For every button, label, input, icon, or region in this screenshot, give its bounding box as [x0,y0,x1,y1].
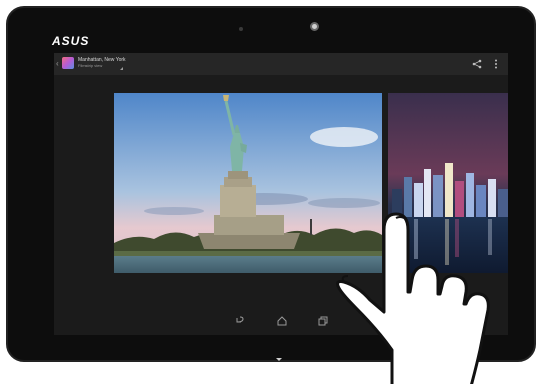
gallery-app-icon[interactable] [62,57,74,69]
up-chevron-icon[interactable]: ‹ [56,59,59,68]
front-camera-icon [310,22,319,31]
overflow-menu-icon[interactable] [494,59,498,69]
action-bar: ‹ Manhattan, New York Filmstrip view [54,53,508,75]
light-sensor [239,27,243,31]
share-icon[interactable] [472,59,482,69]
brand-logo: ASUS [52,34,90,48]
hand-gesture-icon [336,212,490,384]
back-icon[interactable] [234,315,246,327]
home-icon[interactable] [276,315,288,327]
view-dropdown-icon[interactable] [120,67,123,70]
bottom-notch [276,358,282,361]
recent-apps-icon[interactable] [316,315,328,327]
album-subtitle[interactable]: Filmstrip view [78,63,102,68]
